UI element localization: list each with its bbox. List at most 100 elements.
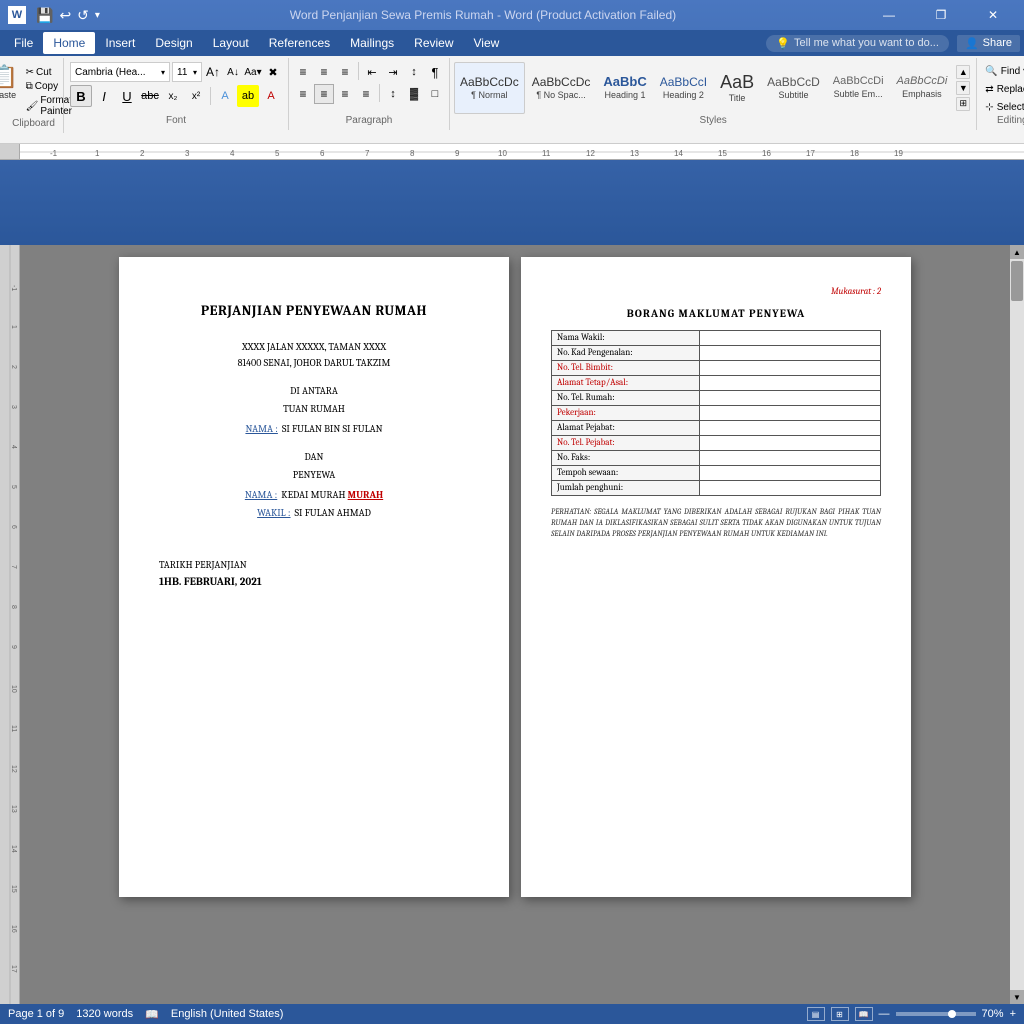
multilevel-btn[interactable]: ≡ — [335, 62, 355, 82]
superscript-btn[interactable]: x² — [185, 85, 207, 107]
bold-btn[interactable]: B — [70, 85, 92, 107]
menu-view[interactable]: View — [464, 32, 510, 54]
highlight-btn[interactable]: ab — [237, 85, 259, 107]
field-value-faks[interactable] — [700, 451, 881, 466]
menu-layout[interactable]: Layout — [203, 32, 259, 54]
increase-indent-btn[interactable]: ⇥ — [383, 62, 403, 82]
italic-btn[interactable]: I — [93, 85, 115, 107]
svg-text:6: 6 — [320, 149, 325, 158]
show-marks-btn[interactable]: ¶ — [425, 62, 445, 82]
svg-text:6: 6 — [10, 525, 17, 529]
style-subtitle[interactable]: AaBbCcD Subtitle — [761, 62, 826, 114]
line-spacing-btn[interactable]: ↕ — [383, 84, 403, 104]
styles-expand[interactable]: ⊞ — [956, 97, 970, 111]
style-heading2[interactable]: AaBbCcI Heading 2 — [654, 62, 713, 114]
field-value-kad[interactable] — [700, 346, 881, 361]
menu-home[interactable]: Home — [43, 32, 95, 54]
justify-btn[interactable]: ≡ — [356, 84, 376, 104]
field-value-pekerjaan[interactable] — [700, 406, 881, 421]
menu-design[interactable]: Design — [145, 32, 202, 54]
read-mode-btn[interactable]: 📖 — [855, 1007, 873, 1021]
svg-text:10: 10 — [10, 685, 17, 693]
table-row: Tempoh sewaan: — [552, 466, 881, 481]
wakil-value: SI FULAN AHMAD — [295, 507, 371, 519]
field-value-tel-rumah[interactable] — [700, 391, 881, 406]
table-row: No. Tel. Rumah: — [552, 391, 881, 406]
word-count: 1320 words — [76, 1008, 133, 1020]
svg-text:7: 7 — [10, 565, 17, 569]
nama2-label: NAMA : — [245, 489, 277, 501]
style-normal[interactable]: AaBbCcDc ¶ Normal — [454, 62, 525, 114]
style-heading1[interactable]: AaBbC Heading 1 — [597, 62, 652, 114]
paste-btn[interactable]: 📋 Paste — [0, 62, 21, 102]
underline-btn[interactable]: U — [116, 85, 138, 107]
replace-btn[interactable]: ⇄Replace — [981, 82, 1024, 97]
svg-text:13: 13 — [10, 805, 17, 813]
sort-btn[interactable]: ↕ — [404, 62, 424, 82]
menu-file[interactable]: File — [4, 32, 43, 54]
field-label-alamat-pejabat: Alamat Pejabat: — [552, 421, 700, 436]
field-value-alamat-pejabat[interactable] — [700, 421, 881, 436]
field-value-penghuni[interactable] — [700, 481, 881, 496]
text-effects-btn[interactable]: A — [214, 85, 236, 107]
style-title[interactable]: AaB Title — [714, 62, 760, 114]
vertical-scrollbar[interactable]: ▲ ▼ — [1010, 245, 1024, 1004]
align-center-btn[interactable]: ≡ — [314, 84, 334, 104]
font-grow-btn[interactable]: A↑ — [204, 63, 222, 81]
subscript-btn[interactable]: x₂ — [162, 85, 184, 107]
change-case-btn[interactable]: Aa▾ — [244, 63, 262, 81]
font-color-btn[interactable]: A — [260, 85, 282, 107]
align-right-btn[interactable]: ≡ — [335, 84, 355, 104]
undo-btn[interactable]: ↩ — [59, 7, 71, 24]
svg-text:3: 3 — [10, 405, 17, 409]
borders-btn[interactable]: □ — [425, 84, 445, 104]
web-layout-btn[interactable]: ⊞ — [831, 1007, 849, 1021]
menu-review[interactable]: Review — [404, 32, 463, 54]
field-value-tel-pejabat[interactable] — [700, 436, 881, 451]
menu-mailings[interactable]: Mailings — [340, 32, 404, 54]
close-btn[interactable]: ✕ — [970, 0, 1016, 30]
strikethrough-btn[interactable]: abc — [139, 85, 161, 107]
zoom-slider[interactable] — [896, 1012, 976, 1016]
menu-insert[interactable]: Insert — [95, 32, 145, 54]
svg-text:10: 10 — [498, 149, 507, 158]
svg-text:8: 8 — [10, 605, 17, 609]
search-tell-me[interactable]: 💡 Tell me what you want to do... — [766, 35, 949, 52]
font-family-selector[interactable]: Cambria (Hea...▾ — [70, 62, 170, 82]
clear-format-btn[interactable]: ✖ — [264, 63, 282, 81]
numbering-btn[interactable]: ≡ — [314, 62, 334, 82]
font-size-selector[interactable]: 11▾ — [172, 62, 202, 82]
svg-text:5: 5 — [10, 485, 17, 489]
field-label-nama-wakil: Nama Wakil: — [552, 331, 700, 346]
field-value-nama-wakil[interactable] — [700, 331, 881, 346]
redo-btn[interactable]: ↺ — [77, 7, 89, 24]
editing-label: Editing — [981, 115, 1024, 128]
style-subtle-em[interactable]: AaBbCcDi Subtle Em... — [827, 62, 890, 114]
align-left-btn[interactable]: ≡ — [293, 84, 313, 104]
save-btn[interactable]: 💾 — [36, 7, 53, 24]
table-row: No. Tel. Pejabat: — [552, 436, 881, 451]
restore-btn[interactable]: ❐ — [918, 0, 964, 30]
svg-text:4: 4 — [230, 149, 235, 158]
style-emphasis[interactable]: AaBbCcDi Emphasis — [891, 62, 954, 114]
menu-references[interactable]: References — [259, 32, 340, 54]
styles-scroll-down[interactable]: ▼ — [956, 81, 970, 95]
styles-scroll-up[interactable]: ▲ — [956, 65, 970, 79]
customize-arrow[interactable]: ▾ — [95, 10, 100, 21]
style-no-spacing[interactable]: AaBbCcDc ¶ No Spac... — [526, 62, 597, 114]
bullets-btn[interactable]: ≡ — [293, 62, 313, 82]
proofing-icon[interactable]: 📖 — [145, 1008, 159, 1021]
styles-label: Styles — [454, 115, 972, 128]
share-btn[interactable]: 👤 Share — [957, 35, 1020, 52]
field-value-tel-bimbit[interactable] — [700, 361, 881, 376]
shading-btn[interactable]: ▓ — [404, 84, 424, 104]
clipboard-group: 📋 Paste ✂Cut ⧉Copy 🖌Format Painter — [4, 58, 64, 133]
field-value-alamat[interactable] — [700, 376, 881, 391]
find-btn[interactable]: 🔍Find ▾ — [981, 64, 1024, 79]
print-layout-btn[interactable]: ▤ — [807, 1007, 825, 1021]
decrease-indent-btn[interactable]: ⇤ — [362, 62, 382, 82]
font-shrink-btn[interactable]: A↓ — [224, 63, 242, 81]
minimize-btn[interactable]: — — [866, 0, 912, 30]
field-value-tempoh[interactable] — [700, 466, 881, 481]
select-btn[interactable]: ⊹Select ▾ — [981, 100, 1024, 115]
